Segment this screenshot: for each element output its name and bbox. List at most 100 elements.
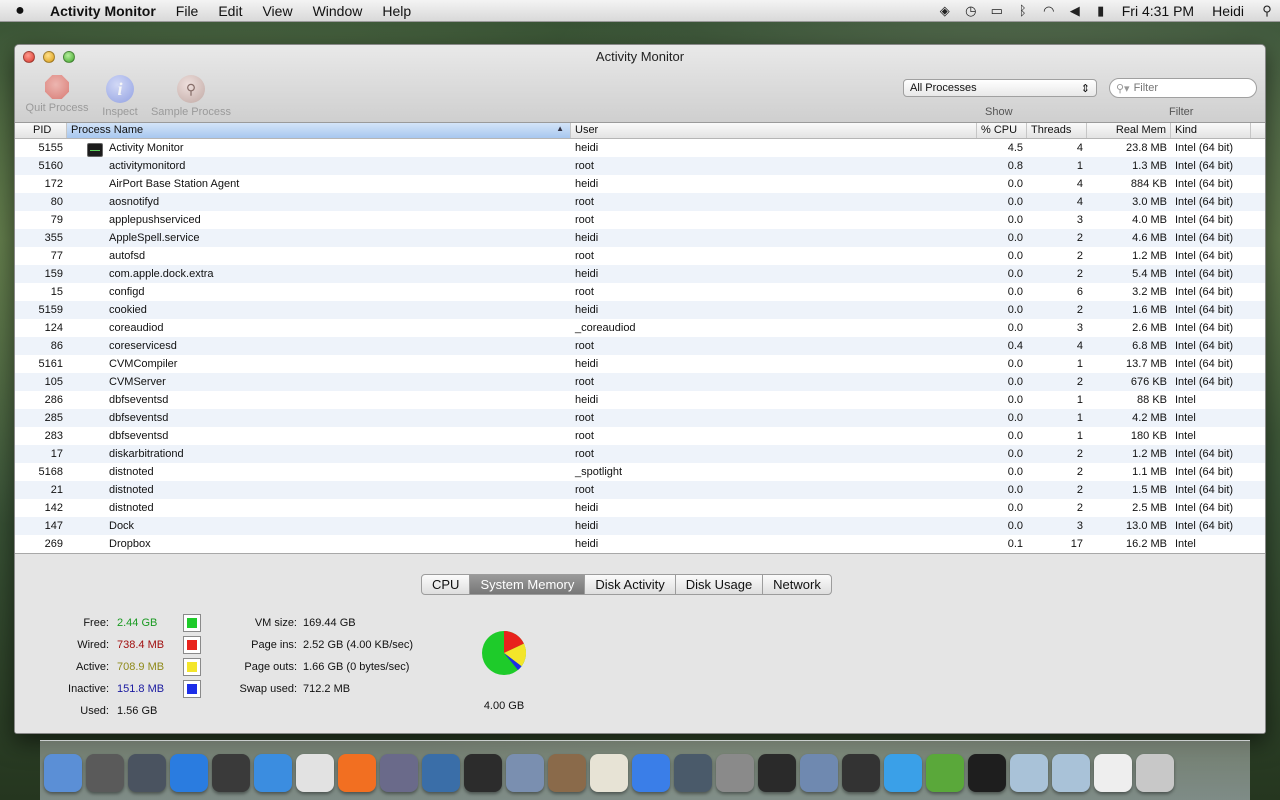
activity-monitor-icon[interactable] xyxy=(968,754,1006,792)
circle-icon[interactable] xyxy=(842,754,880,792)
tab-network[interactable]: Network xyxy=(763,575,831,594)
menu-file[interactable]: File xyxy=(166,3,209,19)
active-color-swatch[interactable] xyxy=(183,658,201,676)
inspect-button[interactable]: i Inspect xyxy=(99,75,141,118)
menu-help[interactable]: Help xyxy=(372,3,421,19)
time-machine-icon[interactable] xyxy=(674,754,712,792)
mem-free-label: Free: xyxy=(83,617,109,629)
menu-window[interactable]: Window xyxy=(303,3,373,19)
photo-icon[interactable] xyxy=(548,754,586,792)
tab-system-memory[interactable]: System Memory xyxy=(470,575,586,594)
table-row[interactable]: 80 aosnotifyd root 0.0 4 3.0 MB Intel (64 bit) xyxy=(15,193,1265,211)
tab-disk-usage[interactable]: Disk Usage xyxy=(676,575,764,594)
menu-clock[interactable]: Fri 4:31 PM xyxy=(1114,3,1202,19)
display-status-icon[interactable]: ▭ xyxy=(984,3,1010,19)
table-row[interactable]: 124 coreaudiod _coreaudiod 0.0 3 2.6 MB Intel … xyxy=(15,319,1265,337)
soundcloud-icon[interactable] xyxy=(338,754,376,792)
volume-status-icon[interactable]: ◀ xyxy=(1062,3,1088,19)
filter-input[interactable] xyxy=(1133,82,1244,94)
table-row[interactable]: 147 Dock heidi 0.0 3 13.0 MB Intel (64 bit) xyxy=(15,517,1265,535)
column-header-pid[interactable]: PID xyxy=(15,123,67,138)
table-row[interactable]: 5155 Activity Monitor heidi 4.5 4 23.8 MB Inte… xyxy=(15,139,1265,157)
menu-app-name[interactable]: Activity Monitor xyxy=(40,3,166,19)
quill-icon[interactable] xyxy=(380,754,418,792)
table-row[interactable]: 15 configd root 0.0 6 3.2 MB Intel (64 bit) xyxy=(15,283,1265,301)
apple-menu-icon[interactable]: ● xyxy=(0,2,40,20)
system-preferences-icon[interactable] xyxy=(716,754,754,792)
table-row[interactable]: 21 distnoted root 0.0 2 1.5 MB Intel (64 bit) xyxy=(15,481,1265,499)
dropbox-status-icon[interactable]: ◈ xyxy=(932,3,958,19)
table-row[interactable]: 5168 distnoted _spotlight 0.0 2 1.1 MB Intel (… xyxy=(15,463,1265,481)
table-row[interactable]: 5161 CVMCompiler heidi 0.0 1 13.7 MB Intel (64… xyxy=(15,355,1265,373)
cell-process-name: CVMCompiler xyxy=(109,358,178,370)
cell-real-mem: 3.2 MB xyxy=(1132,286,1167,298)
tab-disk-activity[interactable]: Disk Activity xyxy=(585,575,676,594)
menu-user[interactable]: Heidi xyxy=(1202,3,1254,19)
trash-icon[interactable] xyxy=(1136,754,1174,792)
applications-folder-icon[interactable] xyxy=(1052,754,1090,792)
photo-booth-icon[interactable] xyxy=(86,754,124,792)
column-header-kind[interactable]: Kind xyxy=(1171,123,1251,138)
tab-cpu[interactable]: CPU xyxy=(422,575,471,594)
inactive-color-swatch[interactable] xyxy=(183,680,201,698)
chrome-icon[interactable] xyxy=(296,754,334,792)
wired-color-swatch[interactable] xyxy=(183,636,201,654)
spotlight-search-icon[interactable]: ⚲ xyxy=(1254,3,1280,19)
show-processes-select[interactable]: All Processes ⇕ xyxy=(903,79,1097,97)
select-arrows-icon: ⇕ xyxy=(1080,82,1090,95)
column-header-cpu[interactable]: % CPU xyxy=(977,123,1027,138)
iphoto-icon[interactable] xyxy=(506,754,544,792)
table-row[interactable]: 5159 cookied heidi 0.0 2 1.6 MB Intel (64 bit) xyxy=(15,301,1265,319)
quit-process-button[interactable]: Quit Process xyxy=(23,75,91,114)
table-row[interactable]: 286 dbfseventsd heidi 0.0 1 88 KB Intel xyxy=(15,391,1265,409)
free-color-swatch[interactable] xyxy=(183,614,201,632)
browser-doc-icon[interactable] xyxy=(1094,754,1132,792)
documents-folder-icon[interactable] xyxy=(1010,754,1048,792)
process-table[interactable]: 5155 Activity Monitor heidi 4.5 4 23.8 MB Inte… xyxy=(15,139,1265,553)
preview-icon[interactable] xyxy=(422,754,460,792)
table-row[interactable]: 105 CVMServer root 0.0 2 676 KB Intel (64 bit) xyxy=(15,373,1265,391)
table-row[interactable]: 86 coreservicesd root 0.4 4 6.8 MB Intel (64 b… xyxy=(15,337,1265,355)
table-row[interactable]: 159 com.apple.dock.extra heidi 0.0 2 5.4 MB In… xyxy=(15,265,1265,283)
evernote-icon[interactable] xyxy=(926,754,964,792)
filter-field[interactable]: ⚲▾ xyxy=(1109,78,1257,98)
finder-icon[interactable] xyxy=(44,754,82,792)
sample-process-button[interactable]: ⚲ Sample Process xyxy=(149,75,233,118)
table-row[interactable]: 172 AirPort Base Station Agent heidi 0.0 4 88… xyxy=(15,175,1265,193)
mail-icon[interactable] xyxy=(800,754,838,792)
fox-icon[interactable] xyxy=(590,754,628,792)
table-row[interactable]: 17 diskarbitrationd root 0.0 2 1.2 MB Intel (6… xyxy=(15,445,1265,463)
column-header-process-name[interactable]: Process Name xyxy=(67,123,571,138)
bluetooth-status-icon[interactable]: ᛒ xyxy=(1010,3,1036,18)
table-row[interactable]: 79 applepushserviced root 0.0 3 4.0 MB Intel (… xyxy=(15,211,1265,229)
itunes-icon[interactable] xyxy=(632,754,670,792)
column-header-real-mem[interactable]: Real Mem xyxy=(1087,123,1171,138)
cell-cpu: 0.0 xyxy=(1007,358,1023,370)
safari-icon[interactable] xyxy=(254,754,292,792)
search-icon: ⚲▾ xyxy=(1116,82,1130,95)
time-machine-status-icon[interactable]: ◷ xyxy=(958,3,984,19)
menu-view[interactable]: View xyxy=(252,3,302,19)
table-row[interactable]: 142 distnoted heidi 0.0 2 2.5 MB Intel (64 bit… xyxy=(15,499,1265,517)
table-row[interactable]: 355 AppleSpell.service heidi 0.0 2 4.6 MB Inte… xyxy=(15,229,1265,247)
table-row[interactable]: 285 dbfseventsd root 0.0 1 4.2 MB Intel xyxy=(15,409,1265,427)
column-header-threads[interactable]: Threads xyxy=(1027,123,1087,138)
launchpad-icon[interactable] xyxy=(128,754,166,792)
scrivener-icon[interactable] xyxy=(464,754,502,792)
table-row[interactable]: 269 Dropbox heidi 0.1 17 16.2 MB Intel xyxy=(15,535,1265,553)
final-cut-icon[interactable] xyxy=(758,754,796,792)
table-row[interactable]: 77 autofsd root 0.0 2 1.2 MB Intel (64 bit) xyxy=(15,247,1265,265)
table-row[interactable]: 283 dbfseventsd root 0.0 1 180 KB Intel xyxy=(15,427,1265,445)
dashboard-icon[interactable] xyxy=(212,754,250,792)
table-row[interactable]: 5160 activitymonitord root 0.8 1 1.3 MB Intel … xyxy=(15,157,1265,175)
activity-monitor-window: Activity Monitor Quit Process i Inspect … xyxy=(14,44,1266,734)
icloud-icon[interactable] xyxy=(884,754,922,792)
cell-pid: 147 xyxy=(44,520,63,532)
column-header-user[interactable]: User xyxy=(571,123,977,138)
battery-status-icon[interactable]: ▮ xyxy=(1088,3,1114,19)
menu-edit[interactable]: Edit xyxy=(208,3,252,19)
cell-real-mem: 1.5 MB xyxy=(1132,484,1167,496)
app-store-icon[interactable] xyxy=(170,754,208,792)
cell-process-name: aosnotifyd xyxy=(109,196,160,208)
wifi-status-icon[interactable]: ◠ xyxy=(1036,3,1062,19)
